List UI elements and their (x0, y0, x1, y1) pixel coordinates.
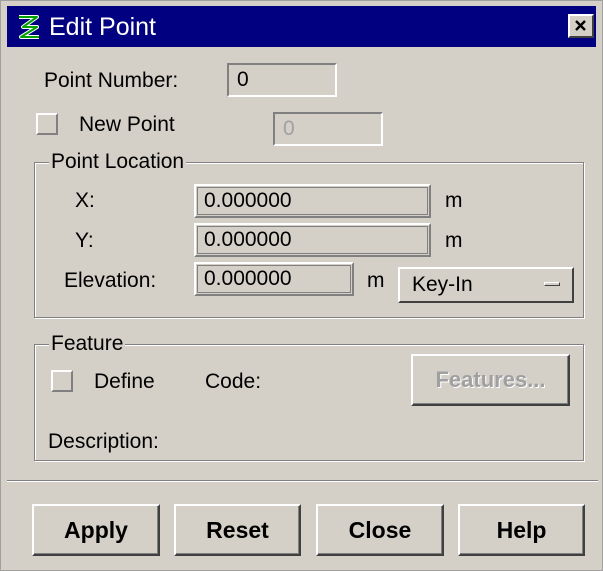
code-label: Code: (205, 370, 262, 393)
x-input[interactable]: 0.000000 (194, 184, 431, 218)
close-window-button[interactable] (568, 14, 594, 38)
input-mode-dropdown[interactable]: Key-In (398, 267, 574, 303)
close-x-icon (575, 20, 586, 31)
new-point-number-input[interactable]: 0 (273, 112, 383, 146)
help-button[interactable]: Help (458, 504, 585, 556)
new-point-label: New Point (79, 113, 175, 136)
x-unit-label: m (445, 189, 463, 212)
define-checkbox[interactable] (51, 370, 73, 392)
x-label: X: (75, 189, 95, 212)
button-separator (7, 480, 598, 482)
new-point-checkbox[interactable] (36, 113, 58, 135)
description-label: Description: (48, 430, 159, 453)
y-input[interactable]: 0.000000 (194, 223, 431, 257)
apply-button[interactable]: Apply (32, 504, 160, 556)
elevation-unit-label: m (367, 269, 385, 292)
title-bar[interactable]: Edit Point (7, 6, 596, 47)
features-button[interactable]: Features... (411, 354, 570, 406)
y-unit-label: m (445, 229, 463, 252)
point-number-input[interactable]: 0 (227, 63, 337, 97)
input-mode-value: Key-In (412, 273, 473, 296)
define-label: Define (94, 370, 155, 393)
reset-button[interactable]: Reset (174, 504, 301, 556)
close-button[interactable]: Close (316, 504, 444, 556)
edit-point-dialog: Edit Point Point Number: 0 New Point 0 P… (0, 0, 603, 571)
feature-title: Feature (49, 332, 126, 356)
point-location-title: Point Location (49, 150, 187, 174)
window-title: Edit Point (49, 13, 157, 41)
option-menu-indicator-icon (544, 282, 560, 286)
elevation-input[interactable]: 0.000000 (194, 262, 354, 296)
point-number-label: Point Number: (44, 69, 179, 92)
app-logo-icon (16, 13, 42, 41)
elevation-label: Elevation: (64, 269, 157, 292)
y-label: Y: (75, 229, 94, 252)
